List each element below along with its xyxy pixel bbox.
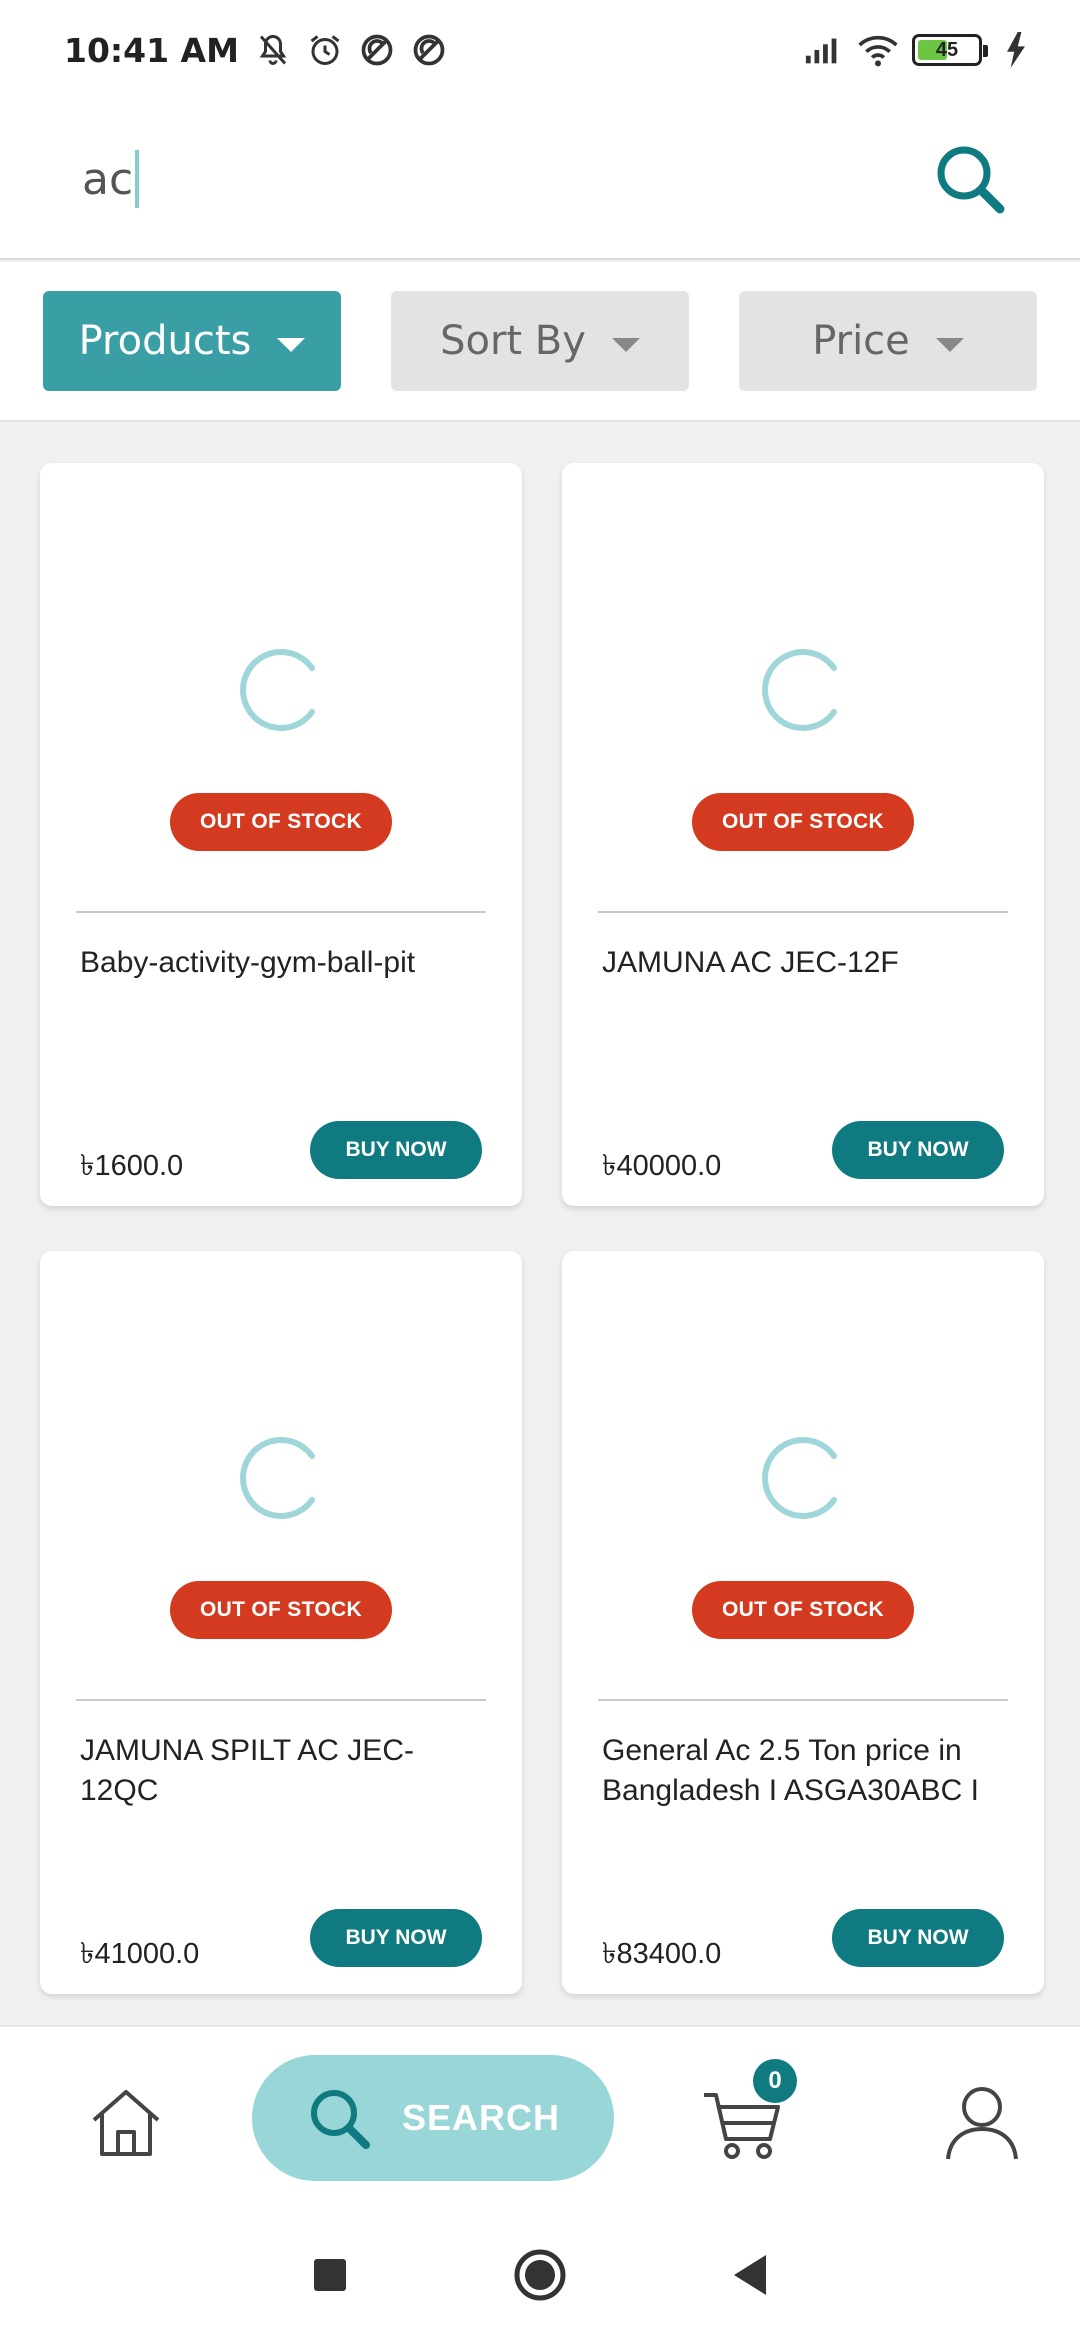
- search-input-value: ac: [82, 153, 134, 205]
- product-name[interactable]: Baby-activity-gym-ball-pit: [80, 943, 486, 983]
- status-right: 45: [804, 30, 1036, 70]
- loading-spinner-icon: [240, 1437, 315, 1519]
- price-filter-dropdown[interactable]: Price: [739, 291, 1037, 391]
- text-cursor: [135, 150, 140, 208]
- loading-spinner-icon: [240, 649, 315, 731]
- products-filter-label: Products: [78, 318, 252, 364]
- back-button[interactable]: [720, 2245, 780, 2305]
- filter-bar: Products Sort By Price: [0, 262, 1080, 422]
- square-icon: [314, 2259, 346, 2291]
- product-price: ৳83400.0: [602, 1938, 722, 1970]
- signal-icon: [804, 30, 844, 70]
- out-of-stock-badge: OUT OF STOCK: [170, 793, 392, 851]
- products-filter-dropdown[interactable]: Products: [43, 291, 341, 391]
- chevron-down-icon: [611, 338, 640, 352]
- out-of-stock-badge: OUT OF STOCK: [170, 1581, 392, 1639]
- user-icon: [946, 2087, 1018, 2160]
- product-name[interactable]: JAMUNA SPILT AC JEC-12QC: [80, 1731, 486, 1811]
- loading-spinner-icon: [762, 1437, 837, 1519]
- home-icon: [92, 2090, 160, 2156]
- battery-percent: 45: [935, 38, 959, 61]
- card-divider: [76, 1699, 486, 1701]
- product-card[interactable]: OUT OF STOCK JAMUNA AC JEC-12F ৳40000.0 …: [562, 463, 1044, 1206]
- card-divider: [598, 1699, 1008, 1701]
- no-disturb-icon: [357, 30, 397, 70]
- system-navigation-bar: [0, 2210, 1080, 2340]
- buy-now-button[interactable]: BUY NOW: [832, 1909, 1004, 1967]
- wifi-icon: [858, 30, 898, 70]
- search-icon: [937, 146, 1005, 214]
- card-divider: [598, 911, 1008, 913]
- card-divider: [76, 911, 486, 913]
- product-card[interactable]: OUT OF STOCK General Ac 2.5 Ton price in…: [562, 1251, 1044, 1994]
- no-disturb-icon: [409, 30, 449, 70]
- product-card[interactable]: OUT OF STOCK Baby-activity-gym-ball-pit …: [40, 463, 522, 1206]
- cart-count-badge: 0: [753, 2059, 797, 2103]
- nav-home-button[interactable]: [86, 2082, 166, 2162]
- product-price: ৳40000.0: [602, 1150, 722, 1182]
- product-grid: OUT OF STOCK Baby-activity-gym-ball-pit …: [40, 463, 1045, 1994]
- product-name[interactable]: JAMUNA AC JEC-12F: [602, 943, 1008, 983]
- search-icon: [310, 2090, 370, 2149]
- search-button[interactable]: [930, 139, 1010, 219]
- mute-icon: [253, 30, 293, 70]
- product-name[interactable]: General Ac 2.5 Ton price in Bangladesh I…: [602, 1731, 1008, 1811]
- status-notification-icons: [253, 30, 449, 70]
- chevron-down-icon: [277, 338, 306, 352]
- buy-now-button[interactable]: BUY NOW: [310, 1121, 482, 1179]
- recents-button[interactable]: [300, 2245, 360, 2305]
- bottom-navigation: SEARCH 0: [0, 2025, 1080, 2210]
- battery-icon: 45: [912, 34, 988, 66]
- out-of-stock-badge: OUT OF STOCK: [692, 1581, 914, 1639]
- circle-icon: [514, 2249, 566, 2301]
- status-time: 10:41 AM: [64, 30, 239, 70]
- nav-profile-button[interactable]: [940, 2079, 1024, 2163]
- search-header: ac: [0, 100, 1080, 260]
- status-left: 10:41 AM: [64, 30, 449, 70]
- alarm-icon: [305, 30, 345, 70]
- loading-spinner-icon: [762, 649, 837, 731]
- buy-now-button[interactable]: BUY NOW: [310, 1909, 482, 1967]
- search-input[interactable]: ac: [82, 150, 140, 208]
- status-bar: 10:41 AM 45: [0, 0, 1080, 100]
- sort-by-dropdown[interactable]: Sort By: [391, 291, 689, 391]
- nav-search-button[interactable]: SEARCH: [252, 2055, 614, 2181]
- product-card[interactable]: OUT OF STOCK JAMUNA SPILT AC JEC-12QC ৳4…: [40, 1251, 522, 1994]
- sort-by-label: Sort By: [440, 318, 586, 364]
- chevron-down-icon: [935, 338, 964, 352]
- price-filter-label: Price: [812, 318, 910, 364]
- product-price: ৳41000.0: [80, 1938, 200, 1970]
- home-system-button[interactable]: [510, 2245, 570, 2305]
- product-price: ৳1600.0: [80, 1150, 184, 1182]
- out-of-stock-badge: OUT OF STOCK: [692, 793, 914, 851]
- back-triangle-icon: [734, 2255, 766, 2295]
- charging-icon: [996, 30, 1036, 70]
- nav-search-label: SEARCH: [401, 2097, 560, 2138]
- buy-now-button[interactable]: BUY NOW: [832, 1121, 1004, 1179]
